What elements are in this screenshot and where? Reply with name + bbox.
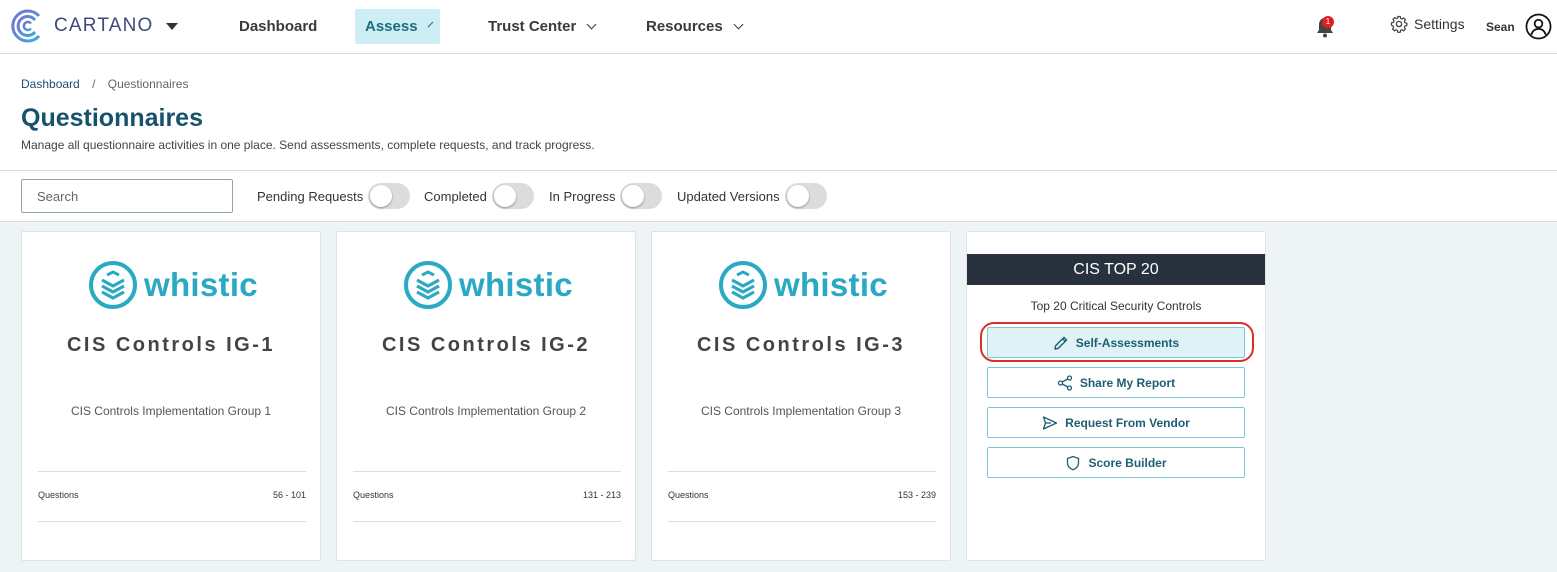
request-from-vendor-label: Request From Vendor bbox=[1065, 415, 1190, 430]
card-title: CIS Controls IG-2 bbox=[381, 334, 591, 356]
share-icon bbox=[1057, 374, 1072, 391]
card-divider bbox=[353, 521, 621, 522]
request-from-vendor-button[interactable]: Request From Vendor bbox=[987, 407, 1245, 438]
questions-range: 56 - 101 bbox=[272, 490, 306, 500]
avatar-icon bbox=[1525, 13, 1552, 40]
filter-in-progress: In Progress bbox=[549, 183, 663, 209]
whistic-logo-icon bbox=[404, 261, 452, 309]
completed-toggle[interactable] bbox=[491, 183, 534, 209]
nav-resources[interactable]: Resources bbox=[636, 9, 752, 44]
page-title: Questionnaires bbox=[21, 104, 203, 132]
toggle-label: Completed bbox=[424, 188, 487, 204]
cis-top20-card: CIS TOP 20 Top 20 Critical Security Cont… bbox=[966, 231, 1266, 561]
toggle-label: Updated Versions bbox=[677, 188, 780, 204]
brand-name: CARTANO bbox=[54, 15, 154, 36]
pending-requests-toggle[interactable] bbox=[368, 183, 411, 209]
in-progress-toggle[interactable] bbox=[620, 183, 663, 209]
filter-pending-requests: Pending Requests bbox=[257, 183, 411, 209]
filter-completed: Completed bbox=[424, 183, 534, 209]
cis-card-header: CIS TOP 20 bbox=[967, 254, 1265, 285]
breadcrumb-separator: / bbox=[92, 77, 96, 91]
cartano-logo-icon bbox=[11, 9, 41, 43]
header-divider bbox=[0, 170, 1557, 171]
questions-range: 131 - 213 bbox=[582, 490, 621, 500]
card-divider bbox=[668, 521, 936, 522]
whistic-logo-icon bbox=[719, 261, 767, 309]
caret-down-icon[interactable] bbox=[165, 22, 178, 30]
whistic-logo-text: whistic bbox=[774, 266, 888, 303]
card-title: CIS Controls IG-1 bbox=[66, 334, 276, 356]
card-divider bbox=[38, 521, 306, 522]
shield-icon bbox=[1067, 455, 1080, 470]
cis-card-subtitle: Top 20 Critical Security Controls bbox=[1030, 299, 1202, 313]
nav-dashboard-label: Dashboard bbox=[239, 18, 318, 35]
questionnaire-card-ig3[interactable]: whistic CIS Controls IG-3 CIS Controls I… bbox=[651, 231, 951, 561]
user-menu[interactable]: Sean bbox=[1486, 13, 1552, 40]
card-description: CIS Controls Implementation Group 2 bbox=[385, 404, 587, 418]
nav-assess[interactable]: Assess bbox=[355, 9, 440, 44]
notification-badge: 1 bbox=[1322, 16, 1334, 28]
card-description: CIS Controls Implementation Group 3 bbox=[700, 404, 902, 418]
card-divider bbox=[353, 471, 621, 472]
whistic-logo-icon bbox=[89, 261, 137, 309]
nav-dashboard[interactable]: Dashboard bbox=[229, 9, 327, 44]
nav-resources-label: Resources bbox=[646, 18, 723, 35]
questions-label: Questions bbox=[353, 490, 394, 500]
card-questions-row: Questions 153 - 239 bbox=[668, 490, 936, 500]
questions-label: Questions bbox=[668, 490, 709, 500]
card-description: CIS Controls Implementation Group 1 bbox=[70, 404, 272, 418]
brand-logo[interactable]: CARTANO bbox=[8, 6, 178, 46]
search-input[interactable] bbox=[21, 179, 233, 213]
whistic-logo-text: whistic bbox=[144, 266, 258, 303]
breadcrumb: Dashboard / Questionnaires bbox=[21, 77, 188, 91]
card-divider bbox=[668, 471, 936, 472]
chevron-down-icon bbox=[427, 21, 433, 28]
whistic-logo: whistic bbox=[718, 260, 888, 310]
share-my-report-label: Share My Report bbox=[1079, 375, 1176, 390]
gear-icon bbox=[1390, 15, 1408, 33]
card-questions-row: Questions 131 - 213 bbox=[353, 490, 621, 500]
card-title: CIS Controls IG-3 bbox=[696, 334, 906, 356]
updated-versions-toggle[interactable] bbox=[784, 183, 827, 209]
whistic-logo: whistic bbox=[88, 260, 258, 310]
breadcrumb-current: Questionnaires bbox=[107, 77, 189, 91]
score-builder-button[interactable]: Score Builder bbox=[987, 447, 1245, 478]
page-subtitle: Manage all questionnaire activities in o… bbox=[21, 138, 595, 152]
top-navigation: CARTANO Dashboard Assess Trust Center Re… bbox=[0, 0, 1557, 54]
settings-label: Settings bbox=[1414, 16, 1465, 32]
breadcrumb-dashboard-link[interactable]: Dashboard bbox=[21, 77, 80, 91]
highlight-annotation bbox=[980, 322, 1254, 362]
chevron-down-icon bbox=[733, 19, 744, 30]
nav-trust-center[interactable]: Trust Center bbox=[478, 9, 605, 44]
share-my-report-button[interactable]: Share My Report bbox=[987, 367, 1245, 398]
send-icon bbox=[1043, 415, 1058, 430]
questions-range: 153 - 239 bbox=[897, 490, 936, 500]
whistic-logo-text: whistic bbox=[459, 266, 573, 303]
whistic-logo: whistic bbox=[403, 260, 573, 310]
score-builder-label: Score Builder bbox=[1088, 455, 1167, 470]
nav-assess-label: Assess bbox=[365, 18, 418, 35]
chevron-down-icon bbox=[586, 19, 597, 30]
nav-trust-center-label: Trust Center bbox=[488, 18, 577, 35]
toggle-label: In Progress bbox=[549, 188, 616, 204]
filter-updated-versions: Updated Versions bbox=[677, 183, 827, 209]
questions-label: Questions bbox=[38, 490, 79, 500]
card-divider bbox=[38, 471, 306, 472]
user-name: Sean bbox=[1486, 19, 1515, 34]
toggle-label: Pending Requests bbox=[257, 188, 364, 204]
questionnaire-card-ig1[interactable]: whistic CIS Controls IG-1 CIS Controls I… bbox=[21, 231, 321, 561]
settings-button[interactable]: Settings bbox=[1390, 15, 1465, 33]
card-questions-row: Questions 56 - 101 bbox=[38, 490, 306, 500]
questionnaire-card-ig2[interactable]: whistic CIS Controls IG-2 CIS Controls I… bbox=[336, 231, 636, 561]
